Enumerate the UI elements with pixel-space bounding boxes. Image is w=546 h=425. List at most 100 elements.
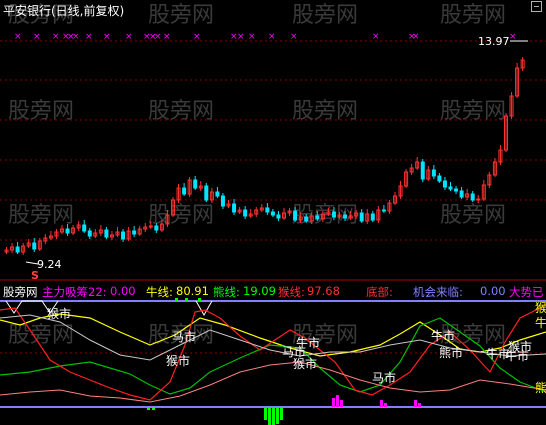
- volume-bar: [264, 407, 267, 420]
- watermark-text: 股旁网: [440, 3, 506, 28]
- signal-marker: ×: [52, 32, 60, 42]
- candle-body: [193, 179, 198, 189]
- window-title: 平安银行(日线,前复权): [3, 4, 125, 18]
- signal-marker: ×: [103, 32, 111, 42]
- watermark-text: 股旁网: [292, 99, 358, 124]
- bear-line-label: 熊线:: [213, 285, 240, 299]
- candle-body: [315, 215, 320, 220]
- watermark-text: 股旁网: [148, 3, 214, 28]
- watermark-text: 股旁网: [292, 3, 358, 28]
- candle-body: [420, 161, 425, 180]
- signal-bar: [384, 403, 387, 407]
- candle-body: [121, 231, 126, 240]
- candle-body: [476, 198, 481, 201]
- candle-body: [276, 214, 281, 219]
- candle-body: [204, 185, 209, 201]
- volume-bar: [272, 407, 275, 425]
- candle-body: [32, 242, 37, 250]
- signal-marker: ×: [125, 32, 133, 42]
- price-annotations: 13.97 9.24S: [25, 35, 528, 282]
- grid-lines: [0, 40, 546, 354]
- candle-body: [370, 213, 375, 221]
- candle-body: [454, 188, 459, 192]
- watermark-text: 股旁网: [440, 99, 506, 124]
- candle-body: [343, 214, 348, 219]
- signal-marker: ×: [14, 32, 22, 42]
- candle-body: [87, 230, 92, 237]
- watermark-text: 股旁网: [8, 99, 74, 124]
- source-label: 股旁网: [3, 285, 38, 299]
- watermark-text: 股旁网: [8, 203, 74, 228]
- right-edge-label: 牛: [535, 315, 546, 330]
- aux-line: [0, 361, 546, 403]
- volume-bar: [276, 407, 279, 424]
- chart-canvas[interactable]: 股旁网 股旁网 股旁网 股旁网股旁网 股旁网 股旁网 股旁网股旁网 股旁网 股旁网 股旁网股旁网股…: [0, 0, 546, 425]
- candle-body: [215, 191, 220, 197]
- candle-body: [381, 209, 386, 212]
- volume-bar: [268, 407, 271, 425]
- signal-marker: ×: [372, 32, 380, 42]
- market-annotation: 熊市: [439, 345, 463, 360]
- volume-bar: [152, 407, 155, 410]
- candle-body: [154, 225, 159, 231]
- signal-bar: [336, 395, 339, 407]
- chance-label: 机会来临:: [413, 285, 463, 299]
- bottom-label: 底部:: [366, 285, 393, 299]
- signal-marker: ×: [290, 32, 298, 42]
- candle-body: [15, 246, 20, 253]
- signal-marker: ×: [33, 32, 41, 42]
- bull-line-value: 80.91: [176, 284, 209, 298]
- signal-marker: ×: [412, 32, 420, 42]
- candle-body: [270, 211, 275, 216]
- candle-body: [431, 169, 436, 177]
- signal-marker: ×: [268, 32, 276, 42]
- minimize-button[interactable]: [531, 1, 542, 12]
- high-price-label: 13.97: [478, 35, 510, 48]
- market-annotation: 猴市: [293, 356, 317, 371]
- signal-marker: ×: [237, 32, 245, 42]
- sell-marker: S: [31, 269, 39, 282]
- candle-body: [459, 190, 464, 198]
- right-edge-label: 猴: [535, 301, 546, 315]
- candle-body: [293, 210, 298, 221]
- signal-marker: ×: [85, 32, 93, 42]
- candle-body: [437, 175, 442, 182]
- signal-bar: [332, 398, 335, 407]
- main-absorb-label: 主力吸筹22:: [42, 285, 107, 299]
- watermark-text: 股旁网: [292, 203, 358, 228]
- candle-body: [104, 229, 109, 238]
- signal-marker: ×: [248, 32, 256, 42]
- signal-marker: ×: [163, 32, 171, 42]
- candle-body: [220, 195, 225, 207]
- signal-marker: ×: [72, 32, 80, 42]
- monkey-line-value: 97.68: [307, 284, 340, 298]
- main-absorb-value: 0.00: [110, 284, 136, 298]
- market-annotation: 牛市: [505, 348, 529, 363]
- watermark-text: 股旁网: [148, 203, 214, 228]
- indicator-panel[interactable]: 猴市马市猴市牛市马市猴市牛市熊市马市牛市猴市牛市猴牛熊: [0, 298, 546, 425]
- market-annotation: 猴市: [166, 353, 190, 368]
- bull-line-label: 牛线:: [146, 285, 173, 299]
- trend-label: 大势已: [509, 285, 544, 299]
- signal-marker: ×: [193, 32, 201, 42]
- volume-bar: [280, 407, 283, 420]
- bear-line-value: 19.09: [243, 284, 276, 298]
- indicator-info-bar: 股旁网 主力吸筹22: 0.00 牛线: 80.91 熊线: 19.09 猴线:…: [0, 283, 546, 299]
- watermark-text: 股旁网: [148, 99, 214, 124]
- candle-body: [331, 211, 336, 218]
- candle-body: [359, 212, 364, 222]
- candle-body: [243, 209, 248, 217]
- watermark-text: 股旁网: [440, 203, 506, 228]
- candle-body: [65, 228, 70, 234]
- low-price-label: 9.24: [37, 258, 62, 271]
- candle-body: [304, 216, 309, 222]
- market-annotation: 马市: [372, 370, 396, 385]
- market-annotation: 牛市: [431, 328, 455, 343]
- signal-bar: [340, 400, 343, 407]
- candle-body: [442, 180, 447, 188]
- candle-body: [148, 225, 153, 228]
- candle-body: [470, 193, 475, 201]
- chance-value: 0.00: [480, 284, 506, 298]
- watermark-text: 股旁网: [8, 323, 74, 348]
- right-edge-label: 熊: [535, 380, 546, 395]
